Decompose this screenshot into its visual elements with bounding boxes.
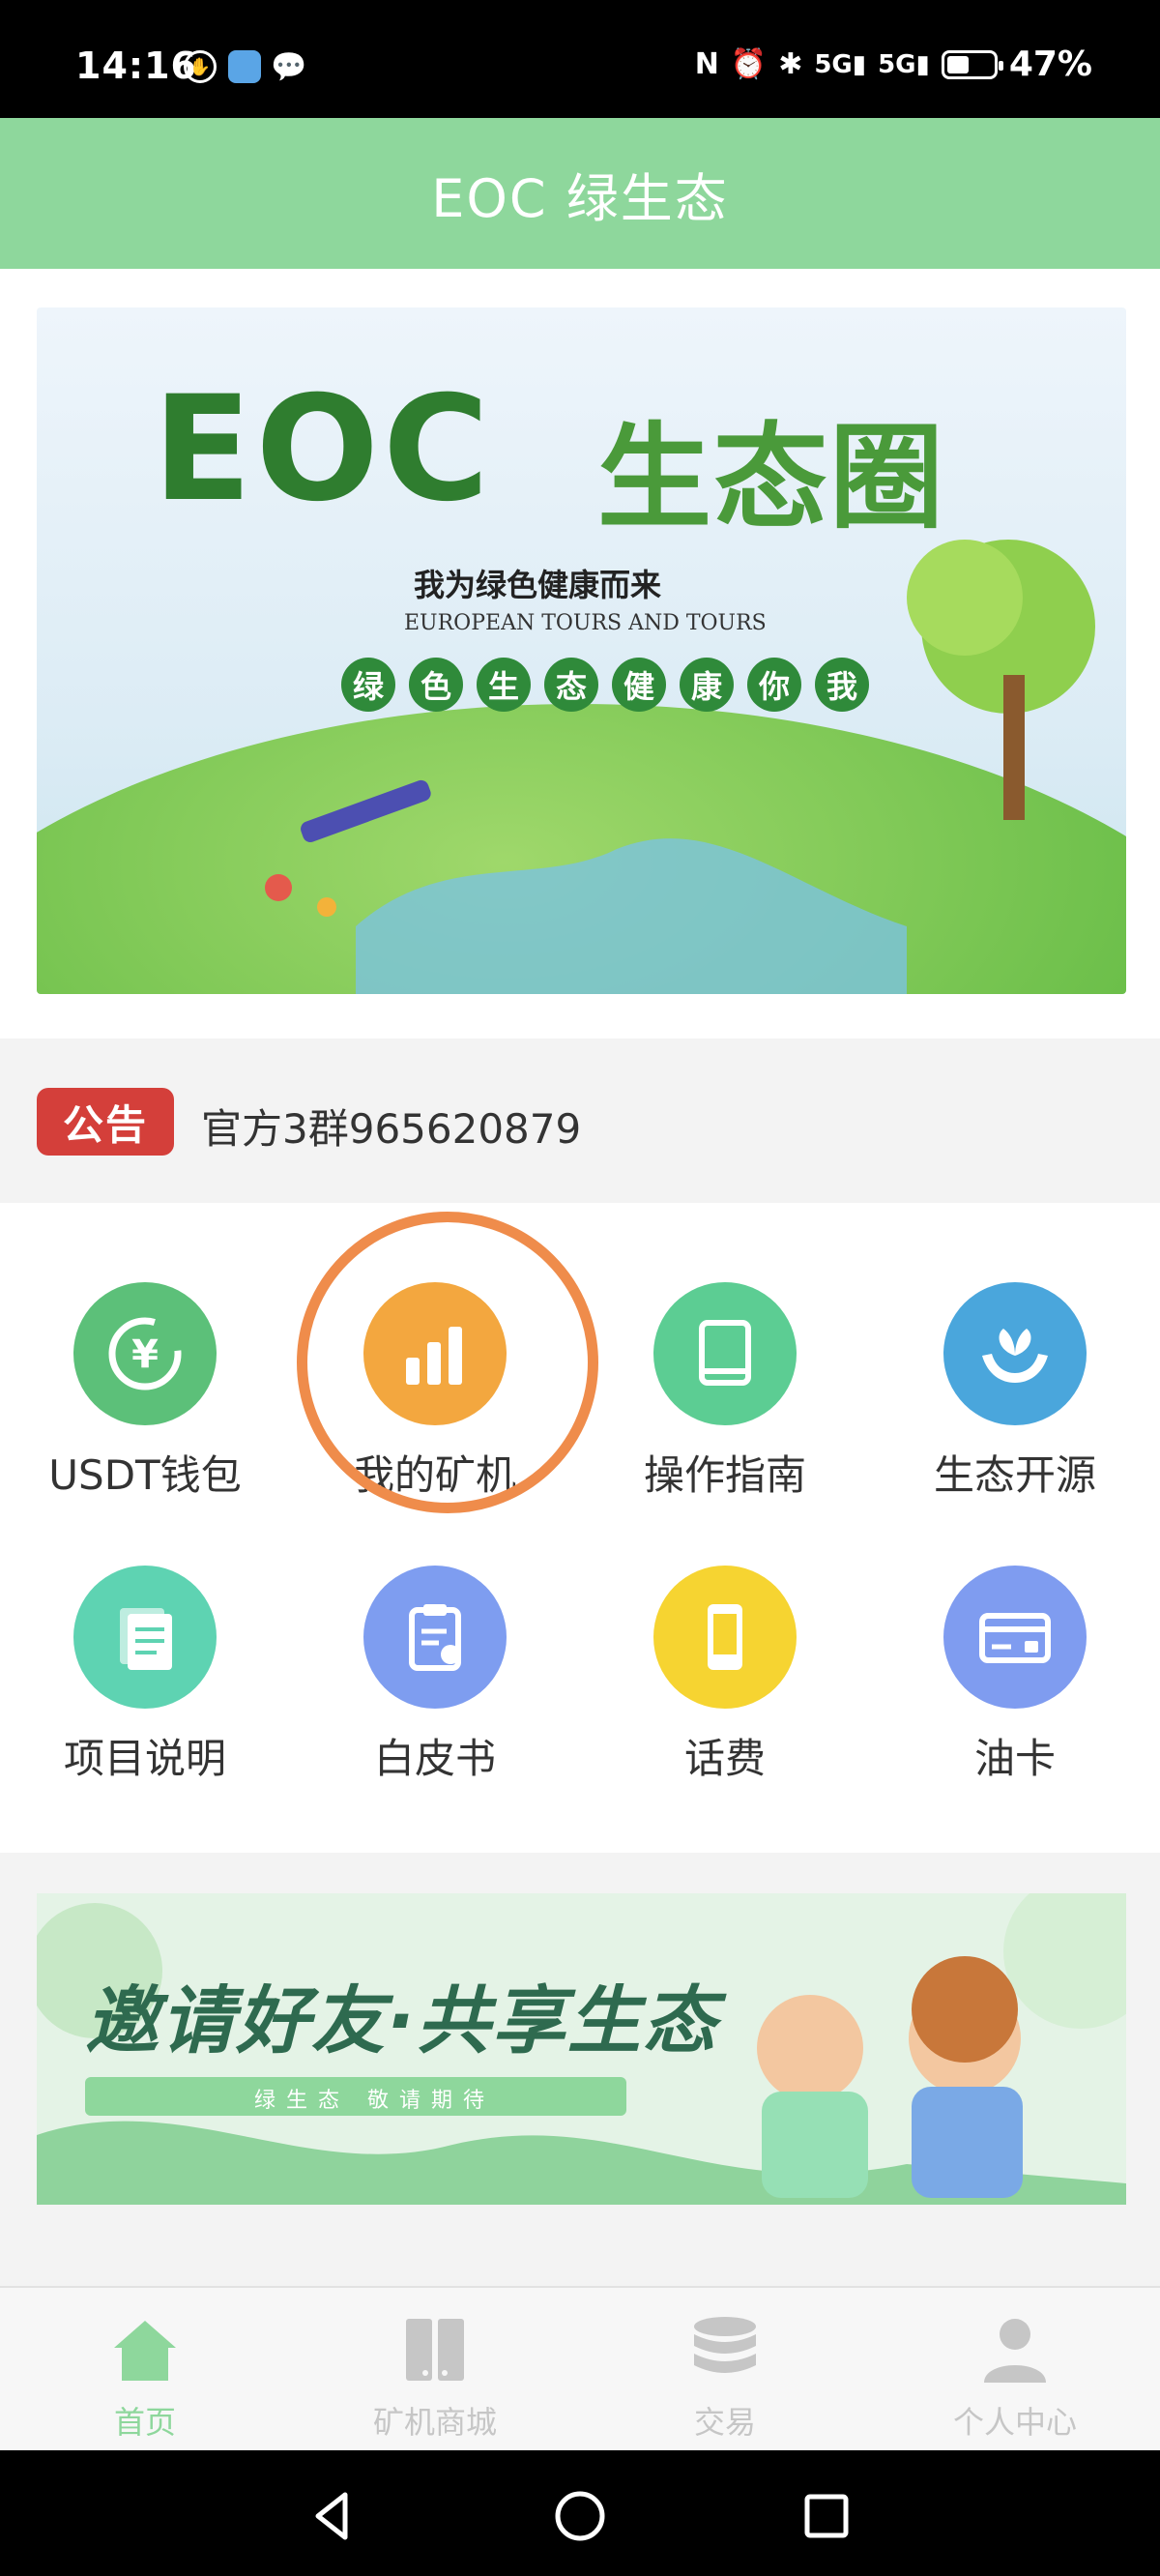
invite-banner[interactable]: 邀请好友·共享生态 绿 生 态 敬 请 期 待	[37, 1893, 1126, 2205]
nav-item-user[interactable]: 个人中心	[870, 2311, 1160, 2443]
banner-circle-char: 康	[680, 658, 734, 712]
nav-item-label: 矿机商城	[372, 2404, 497, 2441]
hand-icon: ✋	[184, 50, 217, 83]
banner-title-left: EOC	[153, 366, 494, 534]
banner-subtitle: EUROPEAN TOURS AND TOURS	[404, 611, 767, 635]
clipboard-icon	[363, 1566, 507, 1709]
app-header: EOC 绿生态	[0, 118, 1160, 269]
feature-grid: ¥ USDT钱包 我的矿机 操作指南 生态开源项目说明 白皮书 话费 油卡	[0, 1203, 1160, 1853]
grid-item-label: 操作指南	[643, 1451, 806, 1499]
grid-item-label: 生态开源	[933, 1451, 1096, 1499]
battery-icon	[941, 49, 1003, 79]
banner-title-right: 生态圈	[597, 411, 946, 544]
grid-item-card[interactable]: 油卡	[870, 1566, 1160, 1785]
notice-bar[interactable]: 公告 官方3群965620879	[0, 1039, 1160, 1203]
notice-badge: 公告	[37, 1088, 174, 1156]
grid-item-label: 我的矿机	[353, 1451, 516, 1499]
banner-circle-char: 健	[612, 658, 666, 712]
nav-item-label: 交易	[693, 2404, 756, 2441]
sprout-hands-icon	[943, 1282, 1087, 1425]
invite-section: 邀请好友·共享生态 绿 生 态 敬 请 期 待	[0, 1853, 1160, 2286]
nfc-icon: N	[694, 47, 719, 81]
bluetooth-icon: ✱	[778, 47, 803, 81]
invite-title: 邀请好友·共享生态	[85, 1977, 718, 2064]
bottom-nav: 首页 矿机商城 交易 个人中心	[0, 2286, 1160, 2450]
back-icon[interactable]	[304, 2487, 362, 2545]
grid-item-bar-chart[interactable]: 我的矿机	[290, 1282, 580, 1502]
status-right: N ⏰ ✱ 5G▮ 5G▮ 47%	[695, 44, 1092, 84]
user-icon	[976, 2311, 1054, 2392]
message-icon: 💬	[271, 49, 307, 84]
grid-item-usdt-wallet[interactable]: ¥ USDT钱包	[0, 1282, 290, 1502]
book-icon	[653, 1282, 797, 1425]
nav-item-shop[interactable]: 矿机商城	[290, 2311, 580, 2443]
grid-item-label: 话费	[683, 1735, 766, 1782]
banner-circle-char: 你	[747, 658, 801, 712]
grid-item-book[interactable]: 操作指南	[580, 1282, 870, 1502]
svg-text:¥: ¥	[131, 1332, 159, 1377]
banner-slogan: 我为绿色健康而来	[414, 567, 662, 603]
signal-icon-2: 5G▮	[878, 49, 930, 79]
banner-circle-char: 色	[409, 658, 463, 712]
nav-item-label: 首页	[113, 2404, 176, 2441]
card-icon	[943, 1566, 1087, 1709]
grid-item-clipboard[interactable]: 白皮书	[290, 1566, 580, 1785]
home-circle-icon[interactable]	[551, 2487, 609, 2545]
status-time: 14:16	[75, 44, 197, 87]
alarm-icon: ⏰	[730, 47, 768, 81]
grid-item-document[interactable]: 项目说明	[0, 1566, 290, 1785]
signal-icon: 5G▮	[814, 49, 867, 79]
grid-item-phone[interactable]: 话费	[580, 1566, 870, 1785]
banner-circle-char: 我	[815, 658, 869, 712]
usdt-wallet-icon: ¥	[73, 1282, 217, 1425]
grid-item-sprout-hands[interactable]: 生态开源	[870, 1282, 1160, 1502]
notice-text: 官方3群965620879	[201, 1105, 582, 1153]
hero-banner[interactable]: EOC 生态圈 我为绿色健康而来 EUROPEAN TOURS AND TOUR…	[37, 307, 1126, 994]
banner-circle-char: 生	[477, 658, 531, 712]
banner-circle-char: 态	[544, 658, 598, 712]
banner-circle-chars: 绿色生态健康你我	[341, 658, 869, 712]
shop-icon	[396, 2311, 474, 2392]
invite-ribbon: 绿 生 态 敬 请 期 待	[254, 2089, 486, 2113]
home-icon	[106, 2311, 184, 2392]
recents-icon[interactable]	[798, 2487, 856, 2545]
grid-item-label: 项目说明	[63, 1735, 226, 1782]
grid-item-label: 白皮书	[373, 1735, 496, 1782]
grid-item-label: USDT钱包	[48, 1451, 242, 1499]
page-title: EOC 绿生态	[431, 167, 729, 229]
bar-chart-icon	[363, 1282, 507, 1425]
grid-item-label: 油卡	[973, 1735, 1056, 1782]
app-notification-icon	[228, 50, 261, 83]
document-icon	[73, 1566, 217, 1709]
nav-item-coins[interactable]: 交易	[580, 2311, 870, 2443]
battery-percent: 47%	[1008, 44, 1092, 84]
banner-circle-char: 绿	[341, 658, 395, 712]
coins-icon	[686, 2311, 764, 2392]
system-nav-bar	[0, 2450, 1160, 2576]
nav-item-home[interactable]: 首页	[0, 2311, 290, 2443]
status-bar: 14:16 ✋ 💬 N ⏰ ✱ 5G▮ 5G▮ 47%	[0, 0, 1160, 118]
phone-icon	[653, 1566, 797, 1709]
nav-item-label: 个人中心	[952, 2404, 1077, 2441]
status-notification-icons: ✋ 💬	[184, 49, 307, 84]
